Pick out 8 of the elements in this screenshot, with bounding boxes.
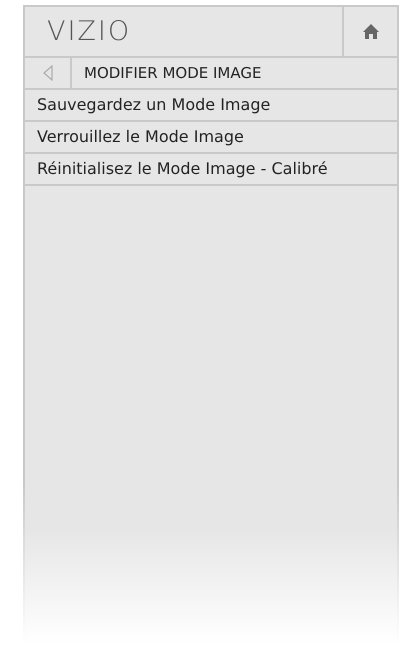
menu-item[interactable]: Sauvegardez un Mode Image: [25, 90, 397, 120]
menu-item[interactable]: Verrouillez le Mode Image: [25, 122, 397, 152]
back-icon: [42, 65, 52, 81]
menu-item[interactable]: Réinitialisez le Mode Image - Calibré: [25, 154, 397, 184]
home-icon: [362, 24, 378, 39]
home-button[interactable]: [344, 7, 397, 56]
brand-logo: VIZIO: [47, 18, 132, 45]
menu-title: MODIFIER MODE IMAGE: [84, 62, 262, 84]
